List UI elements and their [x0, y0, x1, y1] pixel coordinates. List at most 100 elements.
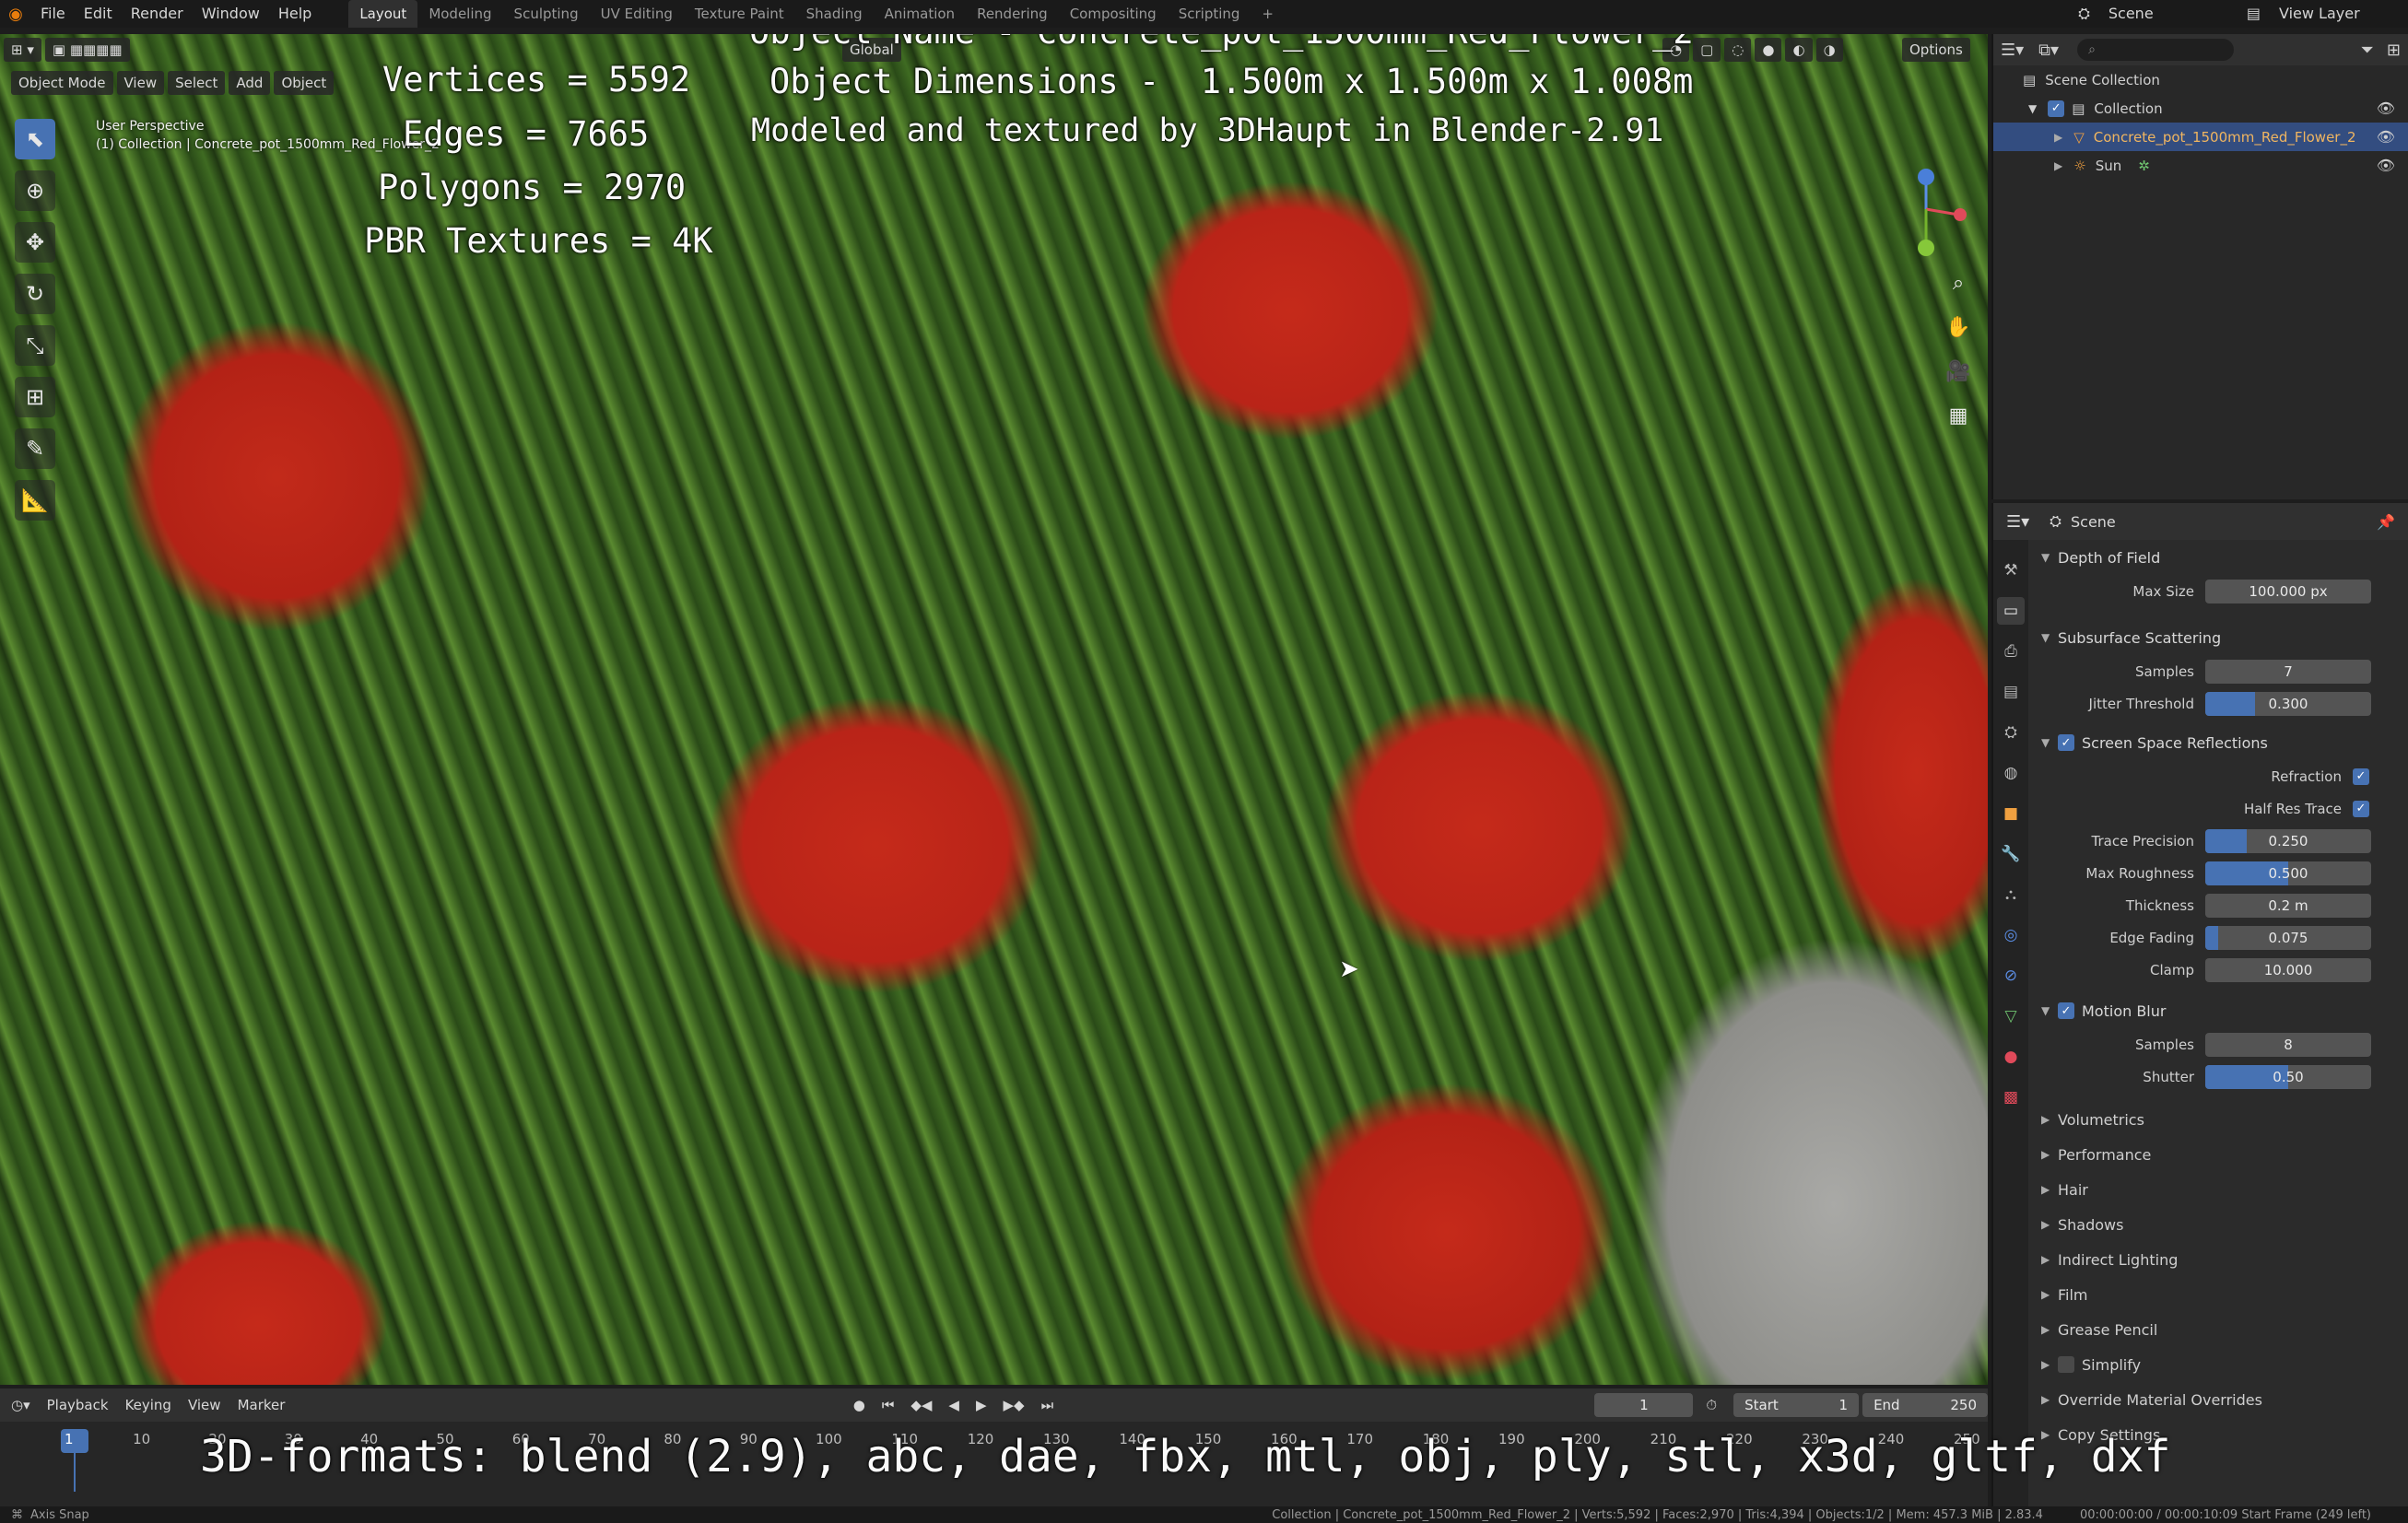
panel-shadows[interactable]: ▶ Shadows — [2030, 1207, 2408, 1242]
add-workspace-button[interactable]: + — [1251, 0, 1285, 28]
panel-motion-blur[interactable]: ▼ ✓ Motion Blur — [2030, 993, 2408, 1028]
play-icon[interactable]: ▶ — [976, 1397, 987, 1413]
menu-file[interactable]: File — [31, 0, 75, 28]
viewport-menu-object[interactable]: Object — [274, 71, 335, 95]
start-frame-field[interactable]: Start 1 — [1733, 1393, 1860, 1417]
axis-gizmo-icon[interactable] — [1875, 163, 1968, 264]
physics-tab-icon[interactable]: ◎ — [1997, 921, 2025, 949]
transform-icon[interactable]: ⊞ — [15, 377, 55, 417]
visibility-eye-icon[interactable]: 👁 — [2377, 128, 2395, 146]
ssr-enable-checkbox[interactable]: ✓ — [2058, 734, 2074, 751]
menu-help[interactable]: Help — [269, 0, 321, 28]
editor-type-icon[interactable]: ⊞ ▾ — [4, 38, 41, 62]
panel-indirect-lighting[interactable]: ▶ Indirect Lighting — [2030, 1242, 2408, 1277]
refraction-checkbox[interactable]: ✓ — [2353, 767, 2369, 785]
play-reverse-icon[interactable]: ◀ — [948, 1397, 959, 1413]
panel-grease-pencil[interactable]: ▶ Grease Pencil — [2030, 1312, 2408, 1347]
world-tab-icon[interactable]: ◍ — [1997, 759, 2025, 787]
measure-icon[interactable]: 📐 — [15, 480, 55, 521]
object-tab-icon[interactable]: ■ — [1997, 800, 2025, 827]
expand-arrow-icon[interactable]: ▶ — [2054, 159, 2062, 172]
panel-volumetrics[interactable]: ▶ Volumetrics — [2030, 1102, 2408, 1137]
stopwatch-icon[interactable]: ⏱ — [1706, 1397, 1717, 1413]
mb-samples-field[interactable]: 8 — [2205, 1032, 2371, 1057]
timeline-view-menu[interactable]: View — [188, 1397, 221, 1413]
panel-screen-space-reflections[interactable]: ▼ ✓ Screen Space Reflections — [2030, 725, 2408, 760]
workspace-tab-animation[interactable]: Animation — [874, 0, 966, 28]
material-shading-icon[interactable]: ◐ — [1785, 38, 1813, 62]
select-mode-icon[interactable]: ▣ ▦▦▦▦ — [44, 38, 130, 62]
scene-selector[interactable]: Scene — [2099, 0, 2238, 28]
edge-fading-slider[interactable]: 0.075 — [2205, 925, 2371, 950]
zoom-icon[interactable]: ⌕ — [1940, 264, 1977, 301]
particles-tab-icon[interactable]: ⛬ — [1997, 881, 2025, 908]
shutter-slider[interactable]: 0.50 — [2205, 1064, 2371, 1089]
move-icon[interactable]: ✥ — [15, 222, 55, 263]
jump-start-icon[interactable]: ⏮ — [882, 1397, 895, 1413]
workspace-tab-modeling[interactable]: Modeling — [417, 0, 502, 28]
end-frame-field[interactable]: End 250 — [1862, 1393, 1988, 1417]
thickness-field[interactable]: 0.2 m — [2205, 893, 2371, 918]
pin-icon[interactable]: 📌 — [2377, 513, 2395, 531]
workspace-tab-compositing[interactable]: Compositing — [1059, 0, 1168, 28]
rendered-shading-icon[interactable]: ◑ — [1815, 38, 1843, 62]
panel-subsurface-scattering[interactable]: ▼ Subsurface Scattering — [2030, 620, 2408, 655]
camera-icon[interactable]: 🎥 — [1940, 353, 1977, 390]
panel-film[interactable]: ▶ Film — [2030, 1277, 2408, 1312]
navigation-gizmo[interactable] — [1875, 163, 1968, 274]
viewport-menu-select[interactable]: Select — [168, 71, 226, 95]
view-layer-tab-icon[interactable]: ▤ — [1997, 678, 2025, 706]
pan-hand-icon[interactable]: ✋ — [1940, 309, 1977, 346]
sss-jitter-slider[interactable]: 0.300 — [2205, 691, 2371, 716]
expand-arrow-icon[interactable]: ▶ — [2054, 131, 2062, 144]
workspace-tab-sculpting[interactable]: Sculpting — [503, 0, 590, 28]
outliner-row-sun[interactable]: ▶ ☼ Sun ✲ 👁 — [1993, 151, 2408, 180]
playback-menu[interactable]: Playback — [47, 1397, 109, 1413]
outliner-search-input[interactable]: ⌕ — [2077, 39, 2235, 61]
new-collection-icon[interactable]: ⊞ — [2387, 41, 2401, 60]
wireframe-shading-icon[interactable]: ◌ — [1724, 38, 1752, 62]
outliner-editor-icon[interactable]: ☰▾ — [2001, 41, 2024, 60]
cursor-icon[interactable]: ⊕ — [15, 170, 55, 211]
viewport-menu-add[interactable]: Add — [229, 71, 271, 95]
workspace-tab-rendering[interactable]: Rendering — [966, 0, 1059, 28]
texture-tab-icon[interactable]: ▩ — [1997, 1084, 2025, 1111]
record-icon[interactable]: ● — [853, 1397, 865, 1413]
visibility-eye-icon[interactable]: 👁 — [2377, 100, 2395, 117]
outliner-row-collection[interactable]: ▼ ✓ ▤ Collection 👁 — [1993, 94, 2408, 123]
solid-shading-icon[interactable]: ● — [1755, 38, 1782, 62]
sss-samples-field[interactable]: 7 — [2205, 659, 2371, 684]
clamp-field[interactable]: 10.000 — [2205, 957, 2371, 982]
workspace-tab-texture-paint[interactable]: Texture Paint — [684, 0, 795, 28]
menu-render[interactable]: Render — [122, 0, 193, 28]
display-mode-icon[interactable]: ⧉▾ — [2038, 41, 2059, 60]
timeline-editor-icon[interactable]: ◷▾ — [11, 1397, 30, 1413]
xray-icon[interactable]: ▢ — [1693, 38, 1721, 62]
filter-icon[interactable]: ⏷ — [2361, 41, 2374, 60]
properties-editor-icon[interactable]: ☰▾ — [2006, 512, 2029, 532]
next-keyframe-icon[interactable]: ▶◆ — [1004, 1397, 1025, 1413]
annotate-icon[interactable]: ✎ — [15, 428, 55, 469]
max-roughness-slider[interactable]: 0.500 — [2205, 861, 2371, 885]
visibility-eye-icon[interactable]: 👁 — [2377, 157, 2395, 174]
outliner-row-scene-collection[interactable]: ▤ Scene Collection — [1993, 65, 2408, 94]
constraints-tab-icon[interactable]: ⊘ — [1997, 962, 2025, 990]
object-mode-dropdown[interactable]: Object Mode — [11, 71, 113, 95]
menu-window[interactable]: Window — [193, 0, 269, 28]
data-tab-icon[interactable]: ▽ — [1997, 1002, 2025, 1030]
panel-performance[interactable]: ▶ Performance — [2030, 1137, 2408, 1172]
view-layer-icon[interactable]: ▤ — [2238, 0, 2270, 28]
view-layer-selector[interactable]: View Layer — [2270, 0, 2408, 28]
scene-selector-icon[interactable]: ⛭ — [2069, 0, 2099, 28]
scale-icon[interactable]: ⤡ — [15, 325, 55, 366]
simplify-checkbox[interactable] — [2058, 1356, 2074, 1373]
panel-hair[interactable]: ▶ Hair — [2030, 1172, 2408, 1207]
marker-menu[interactable]: Marker — [238, 1397, 286, 1413]
panel-material-overrides[interactable]: ▶ Override Material Overrides — [2030, 1382, 2408, 1417]
trace-precision-slider[interactable]: 0.250 — [2205, 828, 2371, 853]
select-box-icon[interactable]: ⬉ — [15, 119, 55, 159]
panel-simplify[interactable]: ▶ Simplify — [2030, 1347, 2408, 1382]
output-tab-icon[interactable]: ⎙ — [1997, 638, 2025, 665]
workspace-tab-scripting[interactable]: Scripting — [1168, 0, 1251, 28]
menu-edit[interactable]: Edit — [75, 0, 122, 28]
